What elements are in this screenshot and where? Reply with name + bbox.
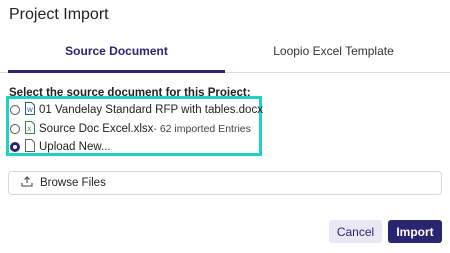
tab-source-document[interactable]: Source Document	[8, 36, 225, 73]
cancel-button[interactable]: Cancel	[329, 220, 382, 243]
option-label: Upload New...	[39, 141, 111, 153]
excel-file-icon: X	[25, 121, 35, 137]
upload-icon	[21, 176, 33, 190]
option-upload-new[interactable]: Upload New...	[10, 139, 111, 155]
word-file-icon: W	[25, 102, 35, 118]
browse-files-label: Browse Files	[40, 177, 106, 189]
import-button[interactable]: Import	[388, 220, 442, 243]
blank-file-icon	[25, 139, 35, 155]
radio-button[interactable]	[10, 105, 20, 115]
option-source-doc-excel[interactable]: X Source Doc Excel.xlsx - 62 imported En…	[10, 121, 251, 137]
browse-files-button[interactable]: Browse Files	[8, 171, 442, 195]
dialog-title: Project Import	[9, 6, 109, 23]
radio-button-selected[interactable]	[10, 142, 20, 152]
option-vandelay-docx[interactable]: W 01 Vandelay Standard RFP with tables.d…	[10, 102, 263, 118]
option-meta: - 62 imported Entries	[153, 123, 251, 135]
svg-text:X: X	[27, 126, 31, 133]
option-label: 01 Vandelay Standard RFP with tables.doc…	[39, 104, 263, 116]
tab-loopio-excel-template[interactable]: Loopio Excel Template	[225, 36, 442, 70]
option-label: Source Doc Excel.xlsx	[39, 123, 154, 135]
tab-bar: Source Document Loopio Excel Template	[0, 36, 450, 73]
radio-button[interactable]	[10, 124, 20, 134]
svg-text:W: W	[27, 107, 33, 114]
